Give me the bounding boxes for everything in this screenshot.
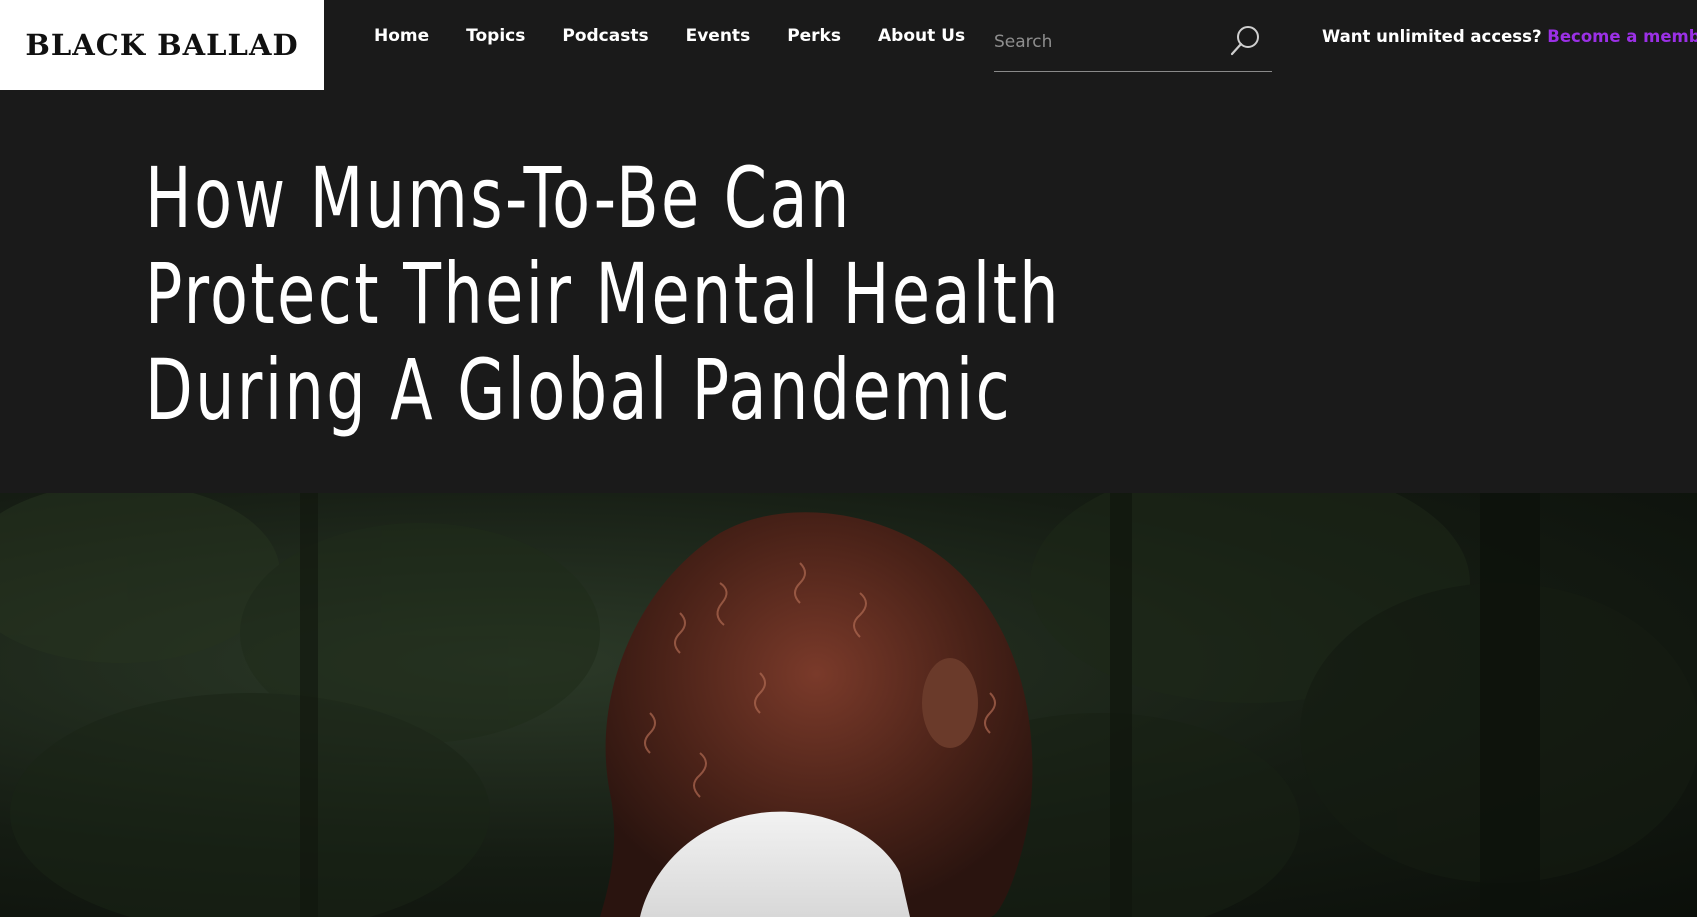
membership-cta: Want unlimited access? Become a member o… bbox=[1322, 27, 1697, 46]
main-nav: Home Topics Podcasts Events Perks About … bbox=[374, 26, 1002, 46]
nav-podcasts[interactable]: Podcasts bbox=[562, 26, 648, 46]
nav-events[interactable]: Events bbox=[686, 26, 751, 46]
nav-perks[interactable]: Perks bbox=[787, 26, 841, 46]
search-input[interactable] bbox=[994, 24, 1214, 60]
logo-text: BLACK BALLAD bbox=[25, 28, 299, 62]
article-title: How Mums-To-Be Can Protect Their Mental … bbox=[145, 149, 1062, 439]
become-member-link[interactable]: Become a member bbox=[1547, 27, 1697, 46]
site-header: BLACK BALLAD Home Topics Podcasts Events… bbox=[0, 0, 1697, 90]
hero-photo-illustration bbox=[0, 493, 1697, 917]
nav-about-us[interactable]: About Us bbox=[878, 26, 965, 46]
hero-image bbox=[0, 493, 1697, 917]
nav-home[interactable]: Home bbox=[374, 26, 429, 46]
search-box bbox=[994, 22, 1272, 72]
search-icon[interactable] bbox=[1228, 23, 1264, 59]
logo[interactable]: BLACK BALLAD bbox=[0, 0, 324, 90]
nav-topics[interactable]: Topics bbox=[466, 26, 525, 46]
cta-prefix: Want unlimited access? bbox=[1322, 27, 1548, 46]
